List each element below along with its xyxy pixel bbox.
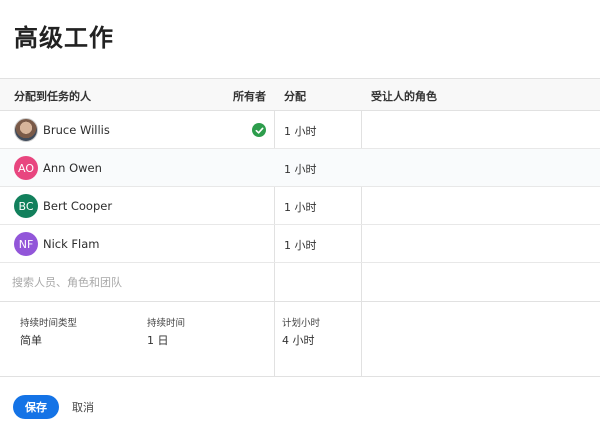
assignee-name: Bruce Willis	[43, 123, 110, 137]
table-row[interactable]: BC Bert Cooper 1 小时	[0, 187, 600, 225]
table-header: 分配到任务的人 所有者 分配 受让人的角色	[0, 78, 600, 111]
save-button[interactable]: 保存	[13, 395, 59, 419]
search-input[interactable]	[12, 272, 262, 292]
search-row	[0, 263, 600, 302]
assignee-name: Bert Cooper	[43, 199, 113, 213]
duration-value[interactable]: 1 日	[147, 332, 169, 348]
owner-check-icon[interactable]	[252, 123, 266, 137]
allocation-value[interactable]: 1 小时	[284, 237, 317, 253]
planned-hours-label: 计划小时	[282, 318, 321, 329]
table-row[interactable]: Bruce Willis 1 小时	[0, 111, 600, 149]
duration-label: 持续时间	[147, 318, 186, 329]
assignments-table: 分配到任务的人 所有者 分配 受让人的角色 Bruce Willis 1 小时 …	[0, 78, 600, 377]
column-header-allocation: 分配	[284, 90, 306, 103]
avatar: NF	[14, 232, 38, 256]
table-row[interactable]: NF Nick Flam 1 小时	[0, 225, 600, 263]
duration-type-value[interactable]: 简单	[20, 332, 42, 348]
planned-hours-value[interactable]: 4 小时	[282, 332, 315, 348]
avatar: AO	[14, 156, 38, 180]
page-title: 高级工作	[14, 24, 114, 52]
column-header-owner: 所有者	[233, 90, 266, 103]
allocation-value[interactable]: 1 小时	[284, 199, 317, 215]
assignee-name: Nick Flam	[43, 237, 100, 251]
allocation-value[interactable]: 1 小时	[284, 123, 317, 139]
column-header-role: 受让人的角色	[371, 90, 437, 103]
cancel-button[interactable]: 取消	[72, 395, 94, 419]
avatar	[14, 118, 38, 142]
allocation-value[interactable]: 1 小时	[284, 161, 317, 177]
column-header-assignee: 分配到任务的人	[14, 90, 91, 103]
assignee-name: Ann Owen	[43, 161, 102, 175]
avatar: BC	[14, 194, 38, 218]
duration-section: 持续时间类型 简单 持续时间 1 日 计划小时 4 小时	[0, 302, 600, 377]
table-row[interactable]: AO Ann Owen 1 小时	[0, 149, 600, 187]
duration-type-label: 持续时间类型	[20, 318, 78, 329]
